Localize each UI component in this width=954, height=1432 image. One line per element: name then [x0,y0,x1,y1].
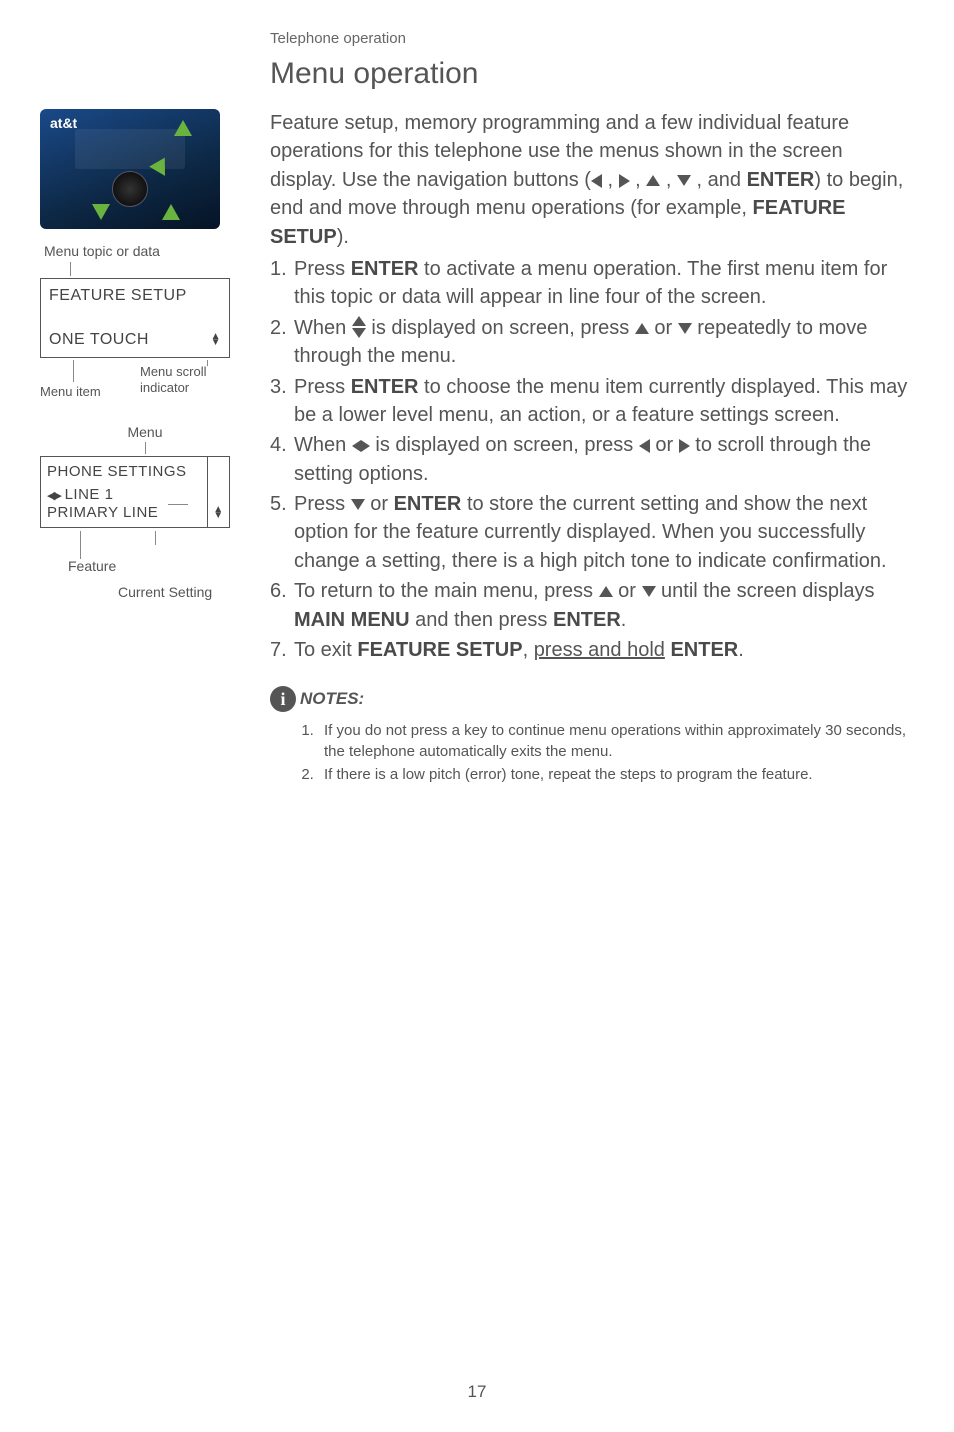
note-1: If you do not press a key to continue me… [318,720,914,762]
breadcrumb: Telephone operation [270,30,914,47]
page-number: 17 [0,1382,954,1402]
lcd-example-2: PHONE SETTINGS ◀▶ LINE 1 PRIMARY LINE ▲▼ [40,456,230,528]
lcd2-line1: PHONE SETTINGS [47,463,201,480]
annotation-menu-item: Menu item [40,384,101,399]
annotation-menu: Menu [40,424,250,440]
scroll-indicator-icon: ▲▼ [211,334,221,346]
lcd1-line1: FEATURE SETUP [49,287,221,305]
annotation-current-setting: Current Setting [118,584,250,600]
page-title: Menu operation [270,57,914,91]
lcd1-line2: ONE TOUCH [49,331,149,349]
up-arrow-icon [599,586,613,597]
info-icon: i [270,686,296,712]
lcd2-line2: LINE 1 [65,486,114,503]
arrow-icon [92,204,110,220]
lcd-example-1: FEATURE SETUP ONE TOUCH ▲▼ [40,278,230,358]
scroll-indicator-icon: ▲▼ [213,507,223,519]
down-arrow-icon [677,175,691,186]
up-arrow-icon [646,175,660,186]
step-4: When is displayed on screen, press or to… [270,431,914,488]
annotation-feature: Feature [68,558,250,574]
phone-illustration: at&t [40,109,220,229]
note-2: If there is a low pitch (error) tone, re… [318,764,914,785]
lcd2-line3: PRIMARY LINE [47,504,201,521]
down-arrow-icon [351,499,365,510]
annotation-menu-topic: Menu topic or data [44,243,250,259]
notes-heading: i NOTES: [270,686,914,712]
step-7: To exit FEATURE SETUP, press and hold EN… [270,636,914,664]
step-2: When is displayed on screen, press or re… [270,314,914,371]
right-arrow-icon [619,174,630,188]
left-right-icon: ◀▶ [47,490,60,502]
left-arrow-icon [639,439,650,453]
annotation-indicator: indicator [140,380,189,395]
steps-list: Press ENTER to activate a menu operation… [270,255,914,664]
brand-label: at&t [50,115,77,131]
right-arrow-icon [679,439,690,453]
step-1: Press ENTER to activate a menu operation… [270,255,914,312]
left-arrow-icon [591,174,602,188]
arrow-icon [162,204,180,220]
up-down-icon [352,316,366,338]
annotation-menu-scroll: Menu scroll [140,364,206,379]
down-arrow-icon [678,323,692,334]
left-right-icon [352,440,370,452]
step-5: Press or ENTER to store the current sett… [270,490,914,575]
notes-list: If you do not press a key to continue me… [270,720,914,785]
arrow-icon [174,120,192,136]
step-6: To return to the main menu, press or unt… [270,577,914,634]
intro-paragraph: Feature setup, memory programming and a … [270,109,914,251]
down-arrow-icon [642,586,656,597]
step-3: Press ENTER to choose the menu item curr… [270,373,914,430]
up-arrow-icon [635,323,649,334]
